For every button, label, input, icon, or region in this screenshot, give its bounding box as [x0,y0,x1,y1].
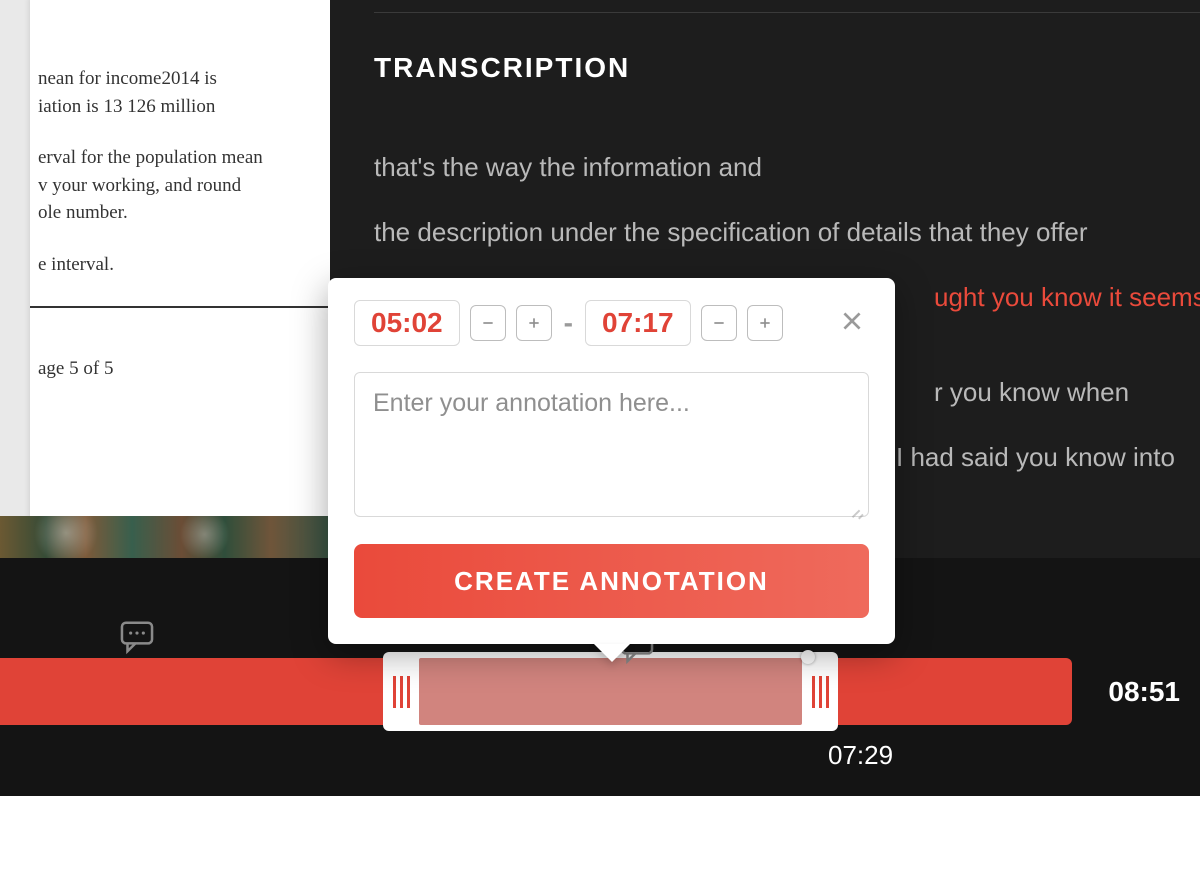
close-button[interactable] [835,304,869,343]
document-decorative-image [0,516,330,558]
grip-icon [812,676,829,708]
start-time-decrement-button[interactable] [470,305,506,341]
grip-icon [393,676,410,708]
timeline-selection[interactable] [383,652,838,731]
time-range-row: 05:02 - 07:17 [354,300,869,346]
duration-label: 08:51 [1108,658,1180,725]
annotation-textarea[interactable] [354,372,869,517]
document-text-line: v your working, and round [30,172,330,200]
document-text-line: e interval. [30,251,330,279]
end-time-decrement-button[interactable] [701,305,737,341]
start-time-input[interactable]: 05:02 [354,300,460,346]
document-page-number: age 5 of 5 [30,308,330,380]
end-time-input[interactable]: 07:17 [585,300,691,346]
selection-handle-right[interactable] [802,658,838,725]
transcription-heading: TRANSCRIPTION [374,52,630,84]
document-text-line: nean for income2014 is [30,65,330,93]
document-preview-pane: nean for income2014 is iation is 13 126 … [0,0,330,558]
document-text-line: ole number. [30,199,330,227]
document-text-line: iation is 13 126 million [30,93,330,121]
time-range-separator: - [562,307,575,339]
start-time-increment-button[interactable] [516,305,552,341]
selection-handle-left[interactable] [383,658,419,725]
timeline-selection-fill [419,658,802,725]
transcription-line[interactable]: the description under the specification … [374,215,1200,250]
divider [374,12,1200,13]
current-time-label: 07:29 [828,740,893,771]
comment-icon[interactable] [116,618,158,656]
transcription-line[interactable]: that's the way the information and [374,150,1200,185]
document-text-line: erval for the population mean [30,144,330,172]
timeline-track[interactable]: 08:51 [0,658,1200,725]
create-annotation-button[interactable]: CREATE ANNOTATION [354,544,869,618]
playhead[interactable] [801,650,815,664]
document-page: nean for income2014 is iation is 13 126 … [30,0,330,530]
annotation-popup: 05:02 - 07:17 CREATE ANNOTATION [328,278,895,644]
end-time-increment-button[interactable] [747,305,783,341]
